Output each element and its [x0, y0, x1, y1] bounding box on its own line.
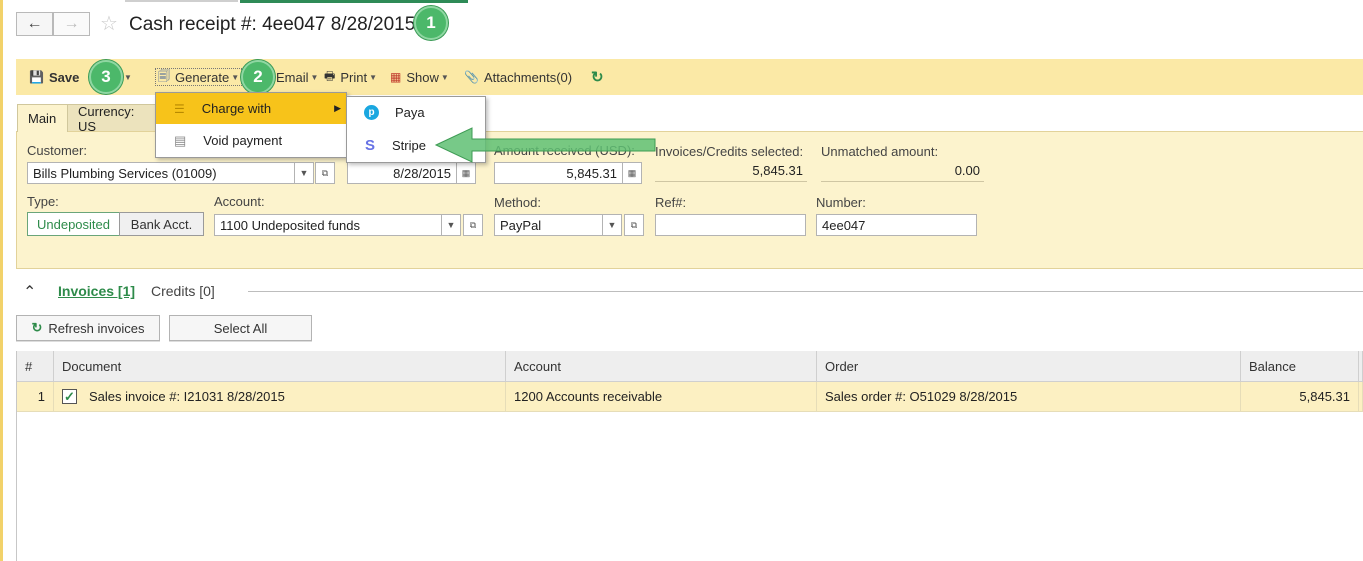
arrow-left-icon: ← [26, 15, 43, 32]
checkbox-checked-icon[interactable]: ✓ [62, 389, 77, 404]
method-field[interactable]: PayPal [494, 214, 603, 236]
annotation-arrow-icon [434, 127, 656, 163]
refresh-invoices-button[interactable]: ↻ Refresh invoices [16, 315, 160, 341]
stripe-icon: S [365, 137, 376, 154]
menu-item-charge-with[interactable]: ☰ Charge with ▶ [156, 93, 346, 124]
table-row-number: 1 [17, 382, 54, 412]
menu-item-void-payment[interactable]: ▤ Void payment [156, 125, 346, 156]
arrow-right-icon: → [63, 15, 80, 32]
chevron-right-icon: ▶ [334, 103, 341, 113]
refresh-icon: ↻ [31, 320, 43, 335]
column-header-filler [1359, 351, 1363, 382]
document-icon: ▤ [174, 132, 187, 148]
forward-button[interactable]: → [53, 12, 90, 36]
customer-dropdown-icon[interactable]: ▼ [294, 162, 314, 184]
section-divider [248, 291, 1363, 292]
account-dropdown-icon[interactable]: ▼ [441, 214, 461, 236]
paya-icon: p [364, 105, 379, 120]
callout-2: 2 [241, 60, 275, 94]
printer-icon: 🖶 [324, 68, 336, 83]
generate-button[interactable]: 🗐 Generate ▼ [155, 68, 243, 86]
account-label: Account: [214, 194, 265, 209]
table-row-document[interactable]: ✓ Sales invoice #: I21031 8/28/2015 [54, 382, 506, 412]
number-field[interactable]: 4ee047 [816, 214, 977, 236]
table-row-balance: 5,845.31 [1241, 382, 1359, 412]
unmatched-label: Unmatched amount: [821, 144, 939, 159]
save-dropdown-caret-icon[interactable]: ▼ [124, 73, 132, 82]
chevron-down-icon: ▼ [440, 72, 449, 82]
star-icon[interactable]: ☆ [100, 14, 118, 34]
tab-credits[interactable]: Credits [0] [151, 283, 215, 299]
type-bank-button[interactable]: Bank Acct. [119, 212, 204, 236]
email-button[interactable]: Email ▼ [276, 68, 318, 86]
callout-3: 3 [89, 60, 123, 94]
show-button[interactable]: ▦ Show ▼ [390, 68, 449, 86]
selected-value: 5,845.31 [655, 160, 807, 182]
column-header-number[interactable]: # [17, 351, 54, 382]
method-dropdown-icon[interactable]: ▼ [602, 214, 622, 236]
tab-currency[interactable]: Currency: US [67, 104, 167, 134]
generate-icon: 🗐 [158, 68, 170, 83]
customer-edit-icon[interactable]: ⧉ [315, 162, 335, 184]
customer-field[interactable]: Bills Plumbing Services (01009) [27, 162, 295, 184]
save-button[interactable]: 💾 Save [29, 68, 79, 86]
column-header-document[interactable]: Document [54, 351, 506, 382]
refresh-icon[interactable]: ↻ [591, 68, 604, 86]
print-button[interactable]: 🖶 Print ▼ [324, 68, 377, 86]
select-all-button[interactable]: Select All [169, 315, 312, 341]
account-edit-icon[interactable]: ⧉ [463, 214, 483, 236]
table-row-order: Sales order #: O51029 8/28/2015 [817, 382, 1241, 412]
customer-label: Customer: [27, 143, 87, 158]
page-title: Cash receipt #: 4ee047 8/28/2015 [129, 14, 416, 35]
table-row-account: 1200 Accounts receivable [506, 382, 817, 412]
method-edit-icon[interactable]: ⧉ [624, 214, 644, 236]
table-row-filler [1359, 382, 1363, 412]
top-tab-line [125, 0, 238, 2]
save-icon: 💾 [29, 70, 44, 84]
column-header-order[interactable]: Order [817, 351, 1241, 382]
tab-main[interactable]: Main [17, 104, 68, 132]
method-label: Method: [494, 195, 541, 210]
column-header-account[interactable]: Account [506, 351, 817, 382]
collapse-chevron-up-icon[interactable]: ⌃ [23, 282, 36, 302]
ref-field[interactable] [655, 214, 806, 236]
type-undeposited-button[interactable]: Undeposited [27, 212, 120, 236]
type-label: Type: [27, 194, 59, 209]
chevron-down-icon: ▼ [231, 72, 240, 82]
attachments-button[interactable]: 📎 Attachments(0) [464, 68, 572, 86]
tab-invoices[interactable]: Invoices [1] [58, 283, 135, 299]
number-label: Number: [816, 195, 866, 210]
active-top-tab-line [240, 0, 468, 3]
chart-icon: ▦ [390, 70, 402, 84]
ref-label: Ref#: [655, 195, 687, 210]
chevron-down-icon: ▼ [369, 72, 377, 82]
callout-1: 1 [414, 6, 448, 40]
chevron-down-icon: ▼ [310, 72, 319, 82]
coins-icon: ☰ [174, 101, 185, 116]
paperclip-icon: 📎 [464, 70, 479, 84]
unmatched-value: 0.00 [821, 160, 984, 182]
left-edge-rule [0, 0, 3, 561]
column-header-balance[interactable]: Balance [1241, 351, 1359, 382]
selected-label: Invoices/Credits selected: [655, 144, 804, 159]
account-field[interactable]: 1100 Undeposited funds [214, 214, 442, 236]
back-button[interactable]: ← [16, 12, 53, 36]
